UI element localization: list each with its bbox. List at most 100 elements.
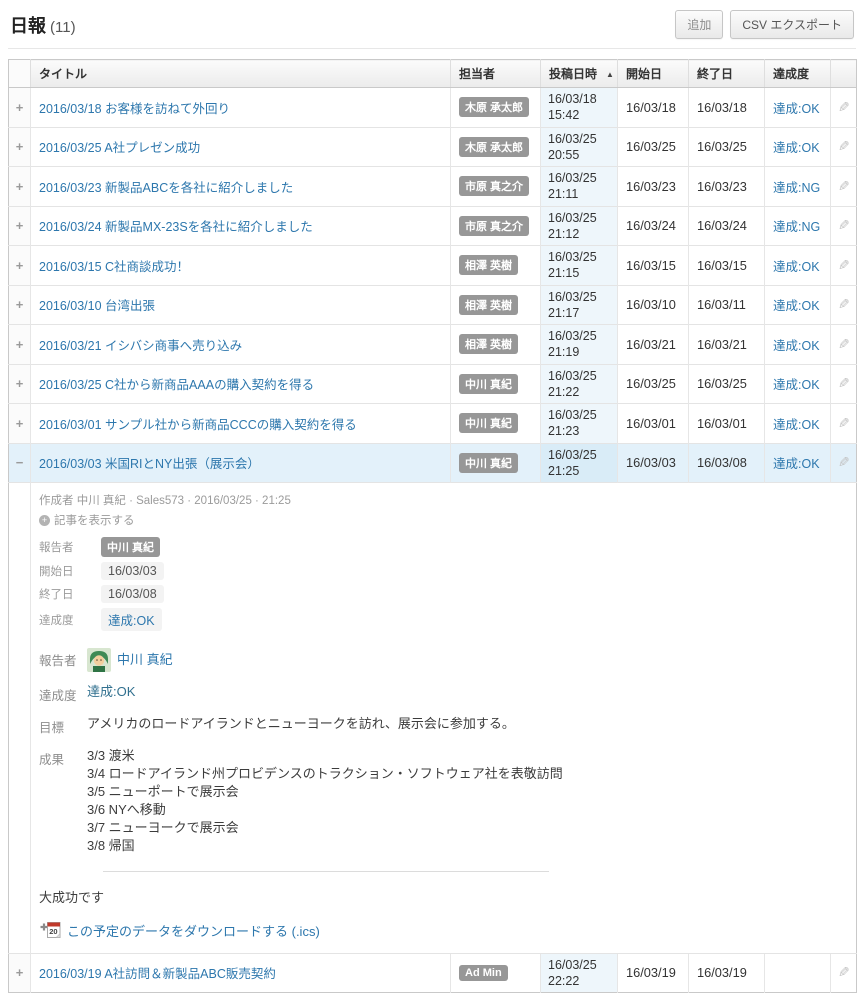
expand-toggle-icon[interactable]: − [16,455,24,470]
table-row: + 2016/03/21 イシバシ商事へ売り込み 相澤 英樹 16/03/25 … [9,325,857,365]
edit-pencil-icon[interactable]: ✎ [838,454,850,471]
edit-pencil-icon[interactable]: ✎ [838,257,850,274]
col-header-assignee[interactable]: 担当者 [451,60,541,88]
posted-date: 16/03/25 [548,407,610,423]
achievement-link[interactable]: 達成:OK [773,457,820,471]
expand-toggle-icon[interactable]: + [16,416,24,431]
report-title-link[interactable]: 2016/03/01 サンプル社から新商品CCCの購入契約を得る [39,418,357,432]
start-date: 16/03/10 [618,285,689,325]
start-date: 16/03/25 [618,127,689,167]
show-article-link[interactable]: 記事を表示する [54,512,135,528]
achievement-link[interactable]: 達成:NG [773,220,820,234]
expand-toggle-icon[interactable]: + [16,179,24,194]
achievement-link[interactable]: 達成:OK [773,378,820,392]
posted-datetime-cell: 16/03/18 15:42 [541,88,618,128]
end-date: 16/03/25 [689,364,765,404]
calendar-add-icon: 20 [39,921,61,939]
edit-pencil-icon[interactable]: ✎ [838,415,850,432]
start-date: 16/03/15 [618,246,689,286]
table-row: + 2016/03/25 C社から新商品AAAの購入契約を得る 中川 真紀 16… [9,364,857,404]
field-label-achievement: 達成度 [39,612,101,628]
assignee-badge: Ad Min [459,965,508,981]
start-date: 16/03/23 [618,167,689,207]
report-title-link[interactable]: 2016/03/18 お客様を訪ねて外回り [39,102,230,116]
report-title-link[interactable]: 2016/03/23 新製品ABCを各社に紹介しました [39,181,293,195]
col-header-end[interactable]: 終了日 [689,60,765,88]
achievement-link[interactable]: 達成:OK [773,141,820,155]
achievement-link[interactable]: 達成:OK [773,102,820,116]
expand-toggle-icon[interactable]: + [16,965,24,980]
report-title-link[interactable]: 2016/03/25 C社から新商品AAAの購入契約を得る [39,378,314,392]
expand-toggle-icon[interactable]: + [16,218,24,233]
article-label-goal: 目標 [39,715,87,736]
posted-datetime-cell: 16/03/25 21:19 [541,325,618,365]
col-header-start[interactable]: 開始日 [618,60,689,88]
calendar-day-text: 20 [49,927,57,936]
ics-download-link[interactable]: この予定のデータをダウンロードする (.ics) [67,921,320,940]
posted-time: 21:25 [548,463,610,479]
expand-toggle-icon[interactable]: + [16,100,24,115]
report-title-link[interactable]: 2016/03/19 A社訪問＆新製品ABC販売契約 [39,967,276,981]
table-row: + 2016/03/19 A社訪問＆新製品ABC販売契約 Ad Min 16/0… [9,953,857,993]
assignee-badge: 相澤 英樹 [459,255,518,275]
csv-export-button[interactable]: CSV エクスポート [730,10,854,39]
report-title-link[interactable]: 2016/03/24 新製品MX-23Sを各社に紹介しました [39,220,313,234]
start-date: 16/03/01 [618,404,689,444]
achievement-link[interactable]: 達成:OK [773,260,820,274]
expand-toggle-icon[interactable]: + [16,376,24,391]
add-button[interactable]: 追加 [675,10,723,39]
table-row: + 2016/03/15 C社商談成功！ 相澤 英樹 16/03/25 21:1… [9,246,857,286]
posted-time: 21:15 [548,265,610,281]
reporter-name-link[interactable]: 中川 真紀 [117,651,173,669]
results-list: 3/3 渡米3/4 ロードアイランド州プロビデンスのトラクション・ソフトウェア社… [87,747,563,855]
field-label-reporter: 報告者 [39,539,101,555]
field-label-start: 開始日 [39,563,101,579]
page-title: 日報 [10,16,46,36]
posted-time: 15:42 [548,107,610,123]
posted-time: 21:11 [548,186,610,202]
posted-date: 16/03/25 [548,131,610,147]
col-header-title[interactable]: タイトル [31,60,451,88]
achievement-link[interactable]: 達成:OK [773,418,820,432]
edit-pencil-icon[interactable]: ✎ [838,217,850,234]
posted-time: 21:23 [548,423,610,439]
edit-pencil-icon[interactable]: ✎ [838,964,850,981]
report-title-link[interactable]: 2016/03/25 A社プレゼン成功 [39,141,200,155]
col-header-posted[interactable]: 投稿日時▲ [541,60,618,88]
col-header-achievement[interactable]: 達成度 [765,60,831,88]
edit-pencil-icon[interactable]: ✎ [838,138,850,155]
posted-datetime-cell: 16/03/25 21:17 [541,285,618,325]
expand-toggle-icon[interactable]: + [16,139,24,154]
achievement-chip-link[interactable]: 達成:OK [108,614,155,628]
result-line: 3/7 ニューヨークで展示会 [87,819,563,837]
posted-date: 16/03/25 [548,328,610,344]
achievement-link[interactable]: 達成:NG [773,181,820,195]
report-title-link[interactable]: 2016/03/15 C社商談成功！ [39,260,189,274]
edit-pencil-icon[interactable]: ✎ [838,375,850,392]
table-row: + 2016/03/18 お客様を訪ねて外回り 木原 承太郎 16/03/18 … [9,88,857,128]
reporter-avatar [87,648,111,672]
expand-toggle-icon[interactable]: + [16,258,24,273]
expand-toggle-icon[interactable]: + [16,297,24,312]
edit-pencil-icon[interactable]: ✎ [838,296,850,313]
posted-date: 16/03/25 [548,447,610,463]
report-title-link[interactable]: 2016/03/10 台湾出張 [39,299,155,313]
result-line: 3/4 ロードアイランド州プロビデンスのトラクション・ソフトウェア社を表敬訪問 [87,765,563,783]
edit-pencil-icon[interactable]: ✎ [838,336,850,353]
posted-date: 16/03/25 [548,170,610,186]
header-actions: 追加 CSV エクスポート [675,10,854,39]
achievement-link[interactable]: 達成:OK [773,299,820,313]
report-title-link[interactable]: 2016/03/03 米国RIとNY出張（展示会） [39,457,260,471]
article-divider [103,871,549,872]
end-date: 16/03/18 [689,88,765,128]
end-date: 16/03/11 [689,285,765,325]
page-header: 日報(11) 追加 CSV エクスポート [8,8,856,49]
report-title-link[interactable]: 2016/03/21 イシバシ商事へ売り込み [39,339,242,353]
edit-pencil-icon[interactable]: ✎ [838,178,850,195]
report-article: 報告者 中川 真紀 [39,648,844,940]
edit-pencil-icon[interactable]: ✎ [838,99,850,116]
expand-toggle-icon[interactable]: + [16,337,24,352]
achievement-link[interactable]: 達成:OK [773,339,820,353]
report-table-body: + 2016/03/18 お客様を訪ねて外回り 木原 承太郎 16/03/18 … [9,88,857,993]
start-date: 16/03/19 [618,953,689,993]
